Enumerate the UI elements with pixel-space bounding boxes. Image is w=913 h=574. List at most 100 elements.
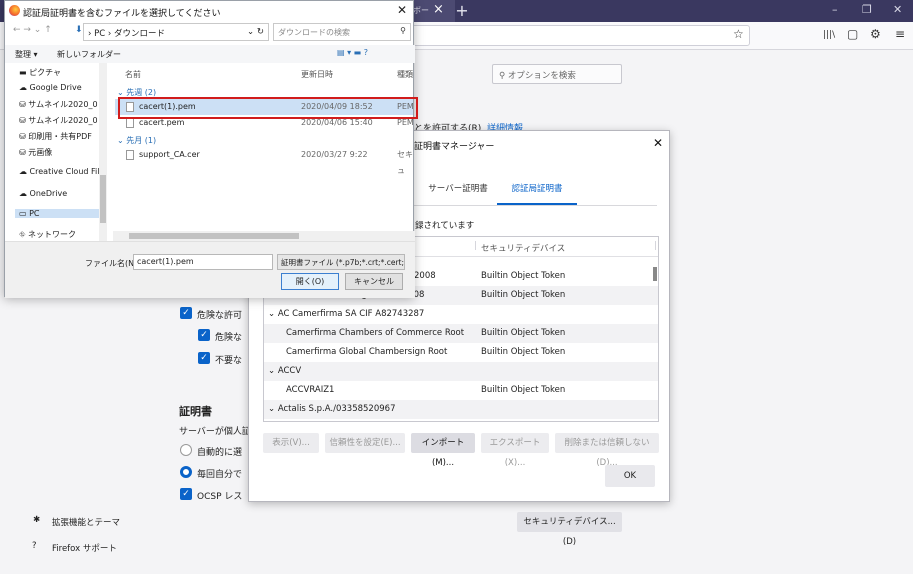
warn-label-2: 危険な xyxy=(215,333,243,343)
cert-row[interactable]: Camerfirma Global Chambersign Root Builti… xyxy=(264,343,658,362)
menu-icon[interactable]: ≡ xyxy=(895,27,905,41)
col-date[interactable]: 更新日時 xyxy=(301,69,333,80)
extensions-link[interactable]: 拡張機能とテーマ xyxy=(52,516,120,528)
new-tab-button[interactable]: + xyxy=(455,1,469,20)
radio-each[interactable] xyxy=(180,466,192,478)
cert-manager-close-icon[interactable]: ✕ xyxy=(653,136,663,150)
bookmark-star-icon[interactable]: ☆ xyxy=(733,27,744,41)
organize-button[interactable]: 整理 ▾ xyxy=(15,49,38,60)
col-type[interactable]: 種類 xyxy=(397,69,413,80)
nav-item[interactable]: ⛗ ネットワーク xyxy=(19,229,76,240)
tab-close-icon[interactable]: × xyxy=(433,2,444,17)
nav-item[interactable]: ⛁ サムネイル2020_0 xyxy=(19,115,98,126)
warn-label-1: 危険な許可 xyxy=(197,311,243,321)
options-search-input[interactable]: ⚲ オプションを検索 xyxy=(492,64,622,84)
cert-name: ⌄ Actalis S.p.A./03358520967 xyxy=(268,404,396,414)
file-dialog-close-icon[interactable]: ✕ xyxy=(397,3,407,17)
extensions-icon[interactable]: ✱ xyxy=(33,515,40,525)
search-icon: ⚲ xyxy=(400,26,406,35)
cancel-button[interactable]: キャンセル xyxy=(345,273,403,290)
nav-buttons[interactable]: ← → ⌄ ↑ xyxy=(13,25,52,35)
nav-item[interactable]: ⛁ サムネイル2020_0 xyxy=(19,99,98,110)
delete-button[interactable]: 削除または信頼しない(D)... xyxy=(555,433,659,468)
file-type-select[interactable]: 証明書ファイル (*.p7b;*.crt;*.cert;*. xyxy=(277,254,405,270)
library-icon[interactable]: |||\ xyxy=(823,30,835,40)
warn-checkbox-2[interactable]: ✓ xyxy=(198,329,210,341)
url-bar[interactable] xyxy=(410,25,750,46)
warn-label-3: 不要な xyxy=(215,356,243,366)
support-icon[interactable]: ? xyxy=(32,541,37,551)
account-icon[interactable]: ⚙ xyxy=(870,27,881,41)
col-name[interactable]: 名前 xyxy=(125,69,141,80)
cert-device: Builtin Object Token xyxy=(481,290,566,300)
nav-item[interactable]: ☁ Google Drive xyxy=(19,83,82,92)
file-list-hscrollbar[interactable] xyxy=(113,231,415,241)
address-controls[interactable]: ⌄ ↻ xyxy=(247,27,264,37)
import-button[interactable]: インポート(M)... xyxy=(411,433,475,468)
file-search-input[interactable]: ダウンロードの検索 ⚲ xyxy=(273,23,411,41)
cert-device: Builtin Object Token xyxy=(481,385,566,395)
restore-icon[interactable]: ❐ xyxy=(862,3,872,16)
navigation-pane: ▬ ピクチャ ☁ Google Drive ⛁ サムネイル2020_0 ⛁ サムネイル… xyxy=(5,63,109,241)
cert-manager-title: 証明書マネージャー xyxy=(414,142,495,152)
cert-heading: 証明書 xyxy=(179,405,212,418)
sidebar-icon[interactable]: ▢ xyxy=(847,27,858,41)
view-options-icon[interactable]: ▤ ▾ ▬ ? xyxy=(337,48,368,57)
address-path: › PC › ダウンロード xyxy=(88,29,165,39)
file-search-placeholder: ダウンロードの検索 xyxy=(278,28,350,37)
file-group-header[interactable]: ⌄ 先月 (1) xyxy=(117,135,156,146)
new-folder-button[interactable]: 新しいフォルダー xyxy=(57,49,121,60)
nav-item[interactable]: ▬ ピクチャ xyxy=(19,67,61,78)
file-icon xyxy=(126,150,134,160)
cert-name: ⌄ AC Camerfirma SA CIF A82743287 xyxy=(268,309,425,319)
ocsp-checkbox[interactable]: ✓ xyxy=(180,488,192,500)
cert-name: 2008 xyxy=(414,271,436,281)
server-text: サーバーが個人証 xyxy=(179,427,251,437)
warn-checkbox-3[interactable]: ✓ xyxy=(198,352,210,364)
cert-name: ⌄ ACCV xyxy=(268,366,302,376)
command-bar: 整理 ▾ 新しいフォルダー ▤ ▾ ▬ ? xyxy=(5,45,415,63)
cert-name: Camerfirma Chambers of Commerce Root xyxy=(286,328,465,338)
nav-item[interactable]: ☁ Creative Cloud File xyxy=(19,167,104,176)
tab-divider xyxy=(409,205,657,206)
cert-row[interactable]: Camerfirma Chambers of Commerce Root Buil… xyxy=(264,324,658,343)
filename-label: ファイル名(N): xyxy=(85,259,140,268)
nav-scrollbar[interactable] xyxy=(99,63,107,241)
file-dialog-title: 認証局証明書を含むファイルを選択してください xyxy=(23,9,221,19)
cert-name: Camerfirma Global Chambersign Root xyxy=(286,347,448,357)
nav-item[interactable]: ☁ OneDrive xyxy=(19,189,67,198)
cert-group-row[interactable]: ⌄ ACCV xyxy=(264,362,658,381)
warn-checkbox-1[interactable]: ✓ xyxy=(180,307,192,319)
close-window-icon[interactable]: ✕ xyxy=(893,3,902,16)
tab-server-certs[interactable]: サーバー証明書 xyxy=(421,179,495,205)
file-list: 名前 更新日時 種類 ⌄ 先週 (2) cacert(1).pem 2020/04/… xyxy=(113,63,415,231)
export-button[interactable]: エクスポート(X)... xyxy=(481,433,549,468)
cert-row[interactable]: ACCVRAIZ1 Builtin Object Token xyxy=(264,381,658,400)
nav-item[interactable]: ⛁ 元画像 xyxy=(19,147,52,158)
cert-description: 録されています xyxy=(415,221,475,231)
view-button[interactable]: 表示(V)... xyxy=(263,433,319,453)
firefox-logo-icon xyxy=(9,5,20,16)
support-link[interactable]: Firefox サポート xyxy=(52,542,117,554)
cert-group-row[interactable]: ⌄ AC Camerfirma SA CIF A82743287 xyxy=(264,305,658,324)
trust-button[interactable]: 信頼性を設定(E)... xyxy=(325,433,405,453)
cert-group-row[interactable]: ⌄ Actalis S.p.A./03358520967 xyxy=(264,400,658,419)
cert-name: ACCVRAIZ1 xyxy=(286,385,335,395)
file-open-dialog: 認証局証明書を含むファイルを選択してください ✕ ← → ⌄ ↑ ⬇ › PC … xyxy=(4,0,418,298)
radio-auto-label: 自動的に選 xyxy=(197,448,243,458)
nav-item[interactable]: ▭ PC xyxy=(15,209,101,218)
ok-button[interactable]: OK xyxy=(605,465,655,487)
cert-device: Builtin Object Token xyxy=(481,328,566,338)
security-devices-button[interactable]: セキュリティデバイス...(D) xyxy=(517,512,622,547)
minimize-icon[interactable]: – xyxy=(832,3,838,16)
file-row[interactable]: support_CA.cer 2020/03/27 9:22 セキュ xyxy=(115,147,413,175)
address-bar[interactable]: › PC › ダウンロード ⌄ ↻ xyxy=(83,23,269,41)
ocsp-label: OCSP レス xyxy=(197,492,243,502)
nav-item[interactable]: ⛁ 印刷用・共有PDF xyxy=(19,131,92,142)
highlight-box xyxy=(118,97,418,119)
filename-input[interactable]: cacert(1).pem xyxy=(133,254,273,270)
radio-each-label: 毎回自分で xyxy=(197,470,243,480)
open-button[interactable]: 開く(O) xyxy=(281,273,339,290)
radio-auto[interactable] xyxy=(180,444,192,456)
tab-authority-certs[interactable]: 認証局証明書 xyxy=(497,179,577,205)
